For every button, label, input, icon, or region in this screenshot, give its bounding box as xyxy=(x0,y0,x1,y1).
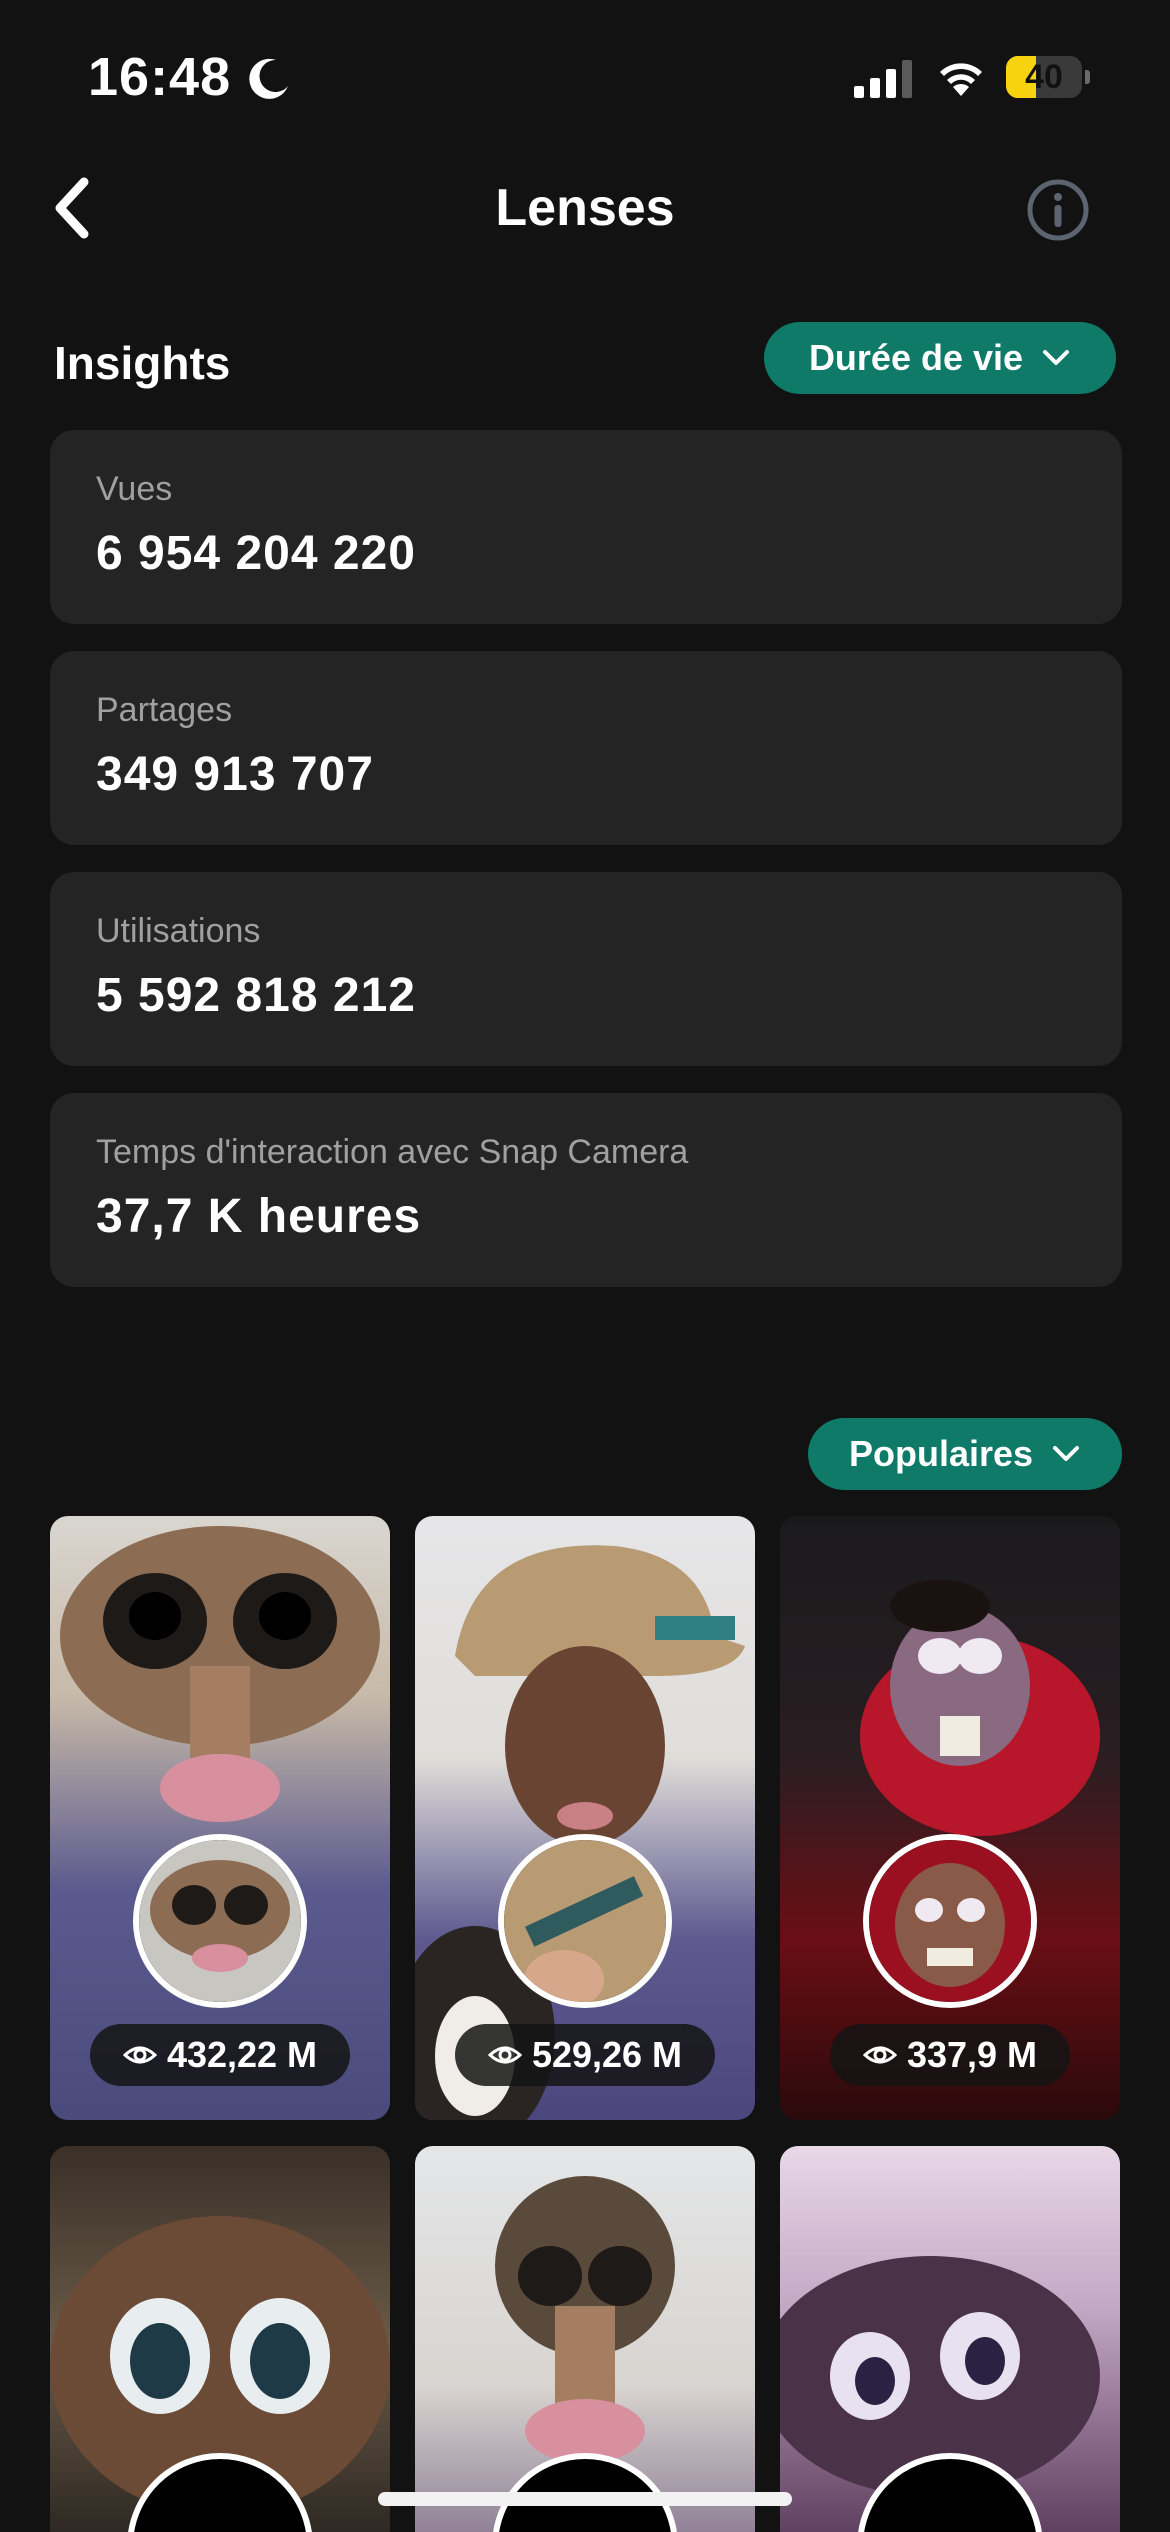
lens-preview-image xyxy=(780,2256,1100,2532)
eye-icon xyxy=(487,2046,522,2064)
sort-filter-label: Populaires xyxy=(848,1433,1034,1474)
lens-preview-image xyxy=(50,2216,390,2532)
stat-card-interaction-time: Temps d'interaction avec Snap Camera 37,… xyxy=(50,1093,1122,1287)
eye-icon xyxy=(862,2046,897,2064)
status-time: 16:48 xyxy=(88,47,232,107)
stat-value: 349 913 707 xyxy=(96,748,374,801)
lens-card[interactable]: 529,26 M xyxy=(415,1516,755,2120)
eye-icon xyxy=(122,2046,157,2064)
lens-views-count: 337,9 M xyxy=(906,2034,1038,2075)
lens-card[interactable]: 432,22 M xyxy=(50,1516,390,2120)
lens-avatar xyxy=(498,1834,672,2008)
lens-preview-image xyxy=(493,2176,677,2532)
status-bar: 16:48 40 xyxy=(0,0,1170,150)
battery-level: 40 xyxy=(1025,58,1063,96)
battery-icon: 40 xyxy=(1006,56,1090,98)
lens-avatar xyxy=(863,1834,1037,2008)
signal-icon xyxy=(854,60,912,98)
page-title: Lenses xyxy=(495,179,675,237)
info-button[interactable] xyxy=(1026,178,1090,242)
period-filter-dropdown[interactable]: Durée de vie xyxy=(764,322,1116,394)
lens-views-count: 432,22 M xyxy=(166,2034,318,2075)
lens-card[interactable] xyxy=(415,2146,755,2532)
wifi-icon xyxy=(940,63,982,96)
stat-label: Temps d'interaction avec Snap Camera xyxy=(96,1133,689,1171)
chevron-down-icon xyxy=(1043,350,1070,365)
home-indicator[interactable] xyxy=(378,2492,792,2506)
stat-card-views: Vues 6 954 204 220 xyxy=(50,430,1122,624)
stat-label: Vues xyxy=(96,470,173,508)
lens-card[interactable] xyxy=(50,2146,390,2532)
chevron-down-icon xyxy=(1053,1446,1080,1461)
insights-title: Insights xyxy=(54,337,231,389)
period-filter-label: Durée de vie xyxy=(808,337,1024,378)
lens-views-badge: 529,26 M xyxy=(455,2024,715,2086)
stat-label: Partages xyxy=(96,691,233,729)
stat-value: 5 592 818 212 xyxy=(96,969,416,1022)
stat-card-uses: Utilisations 5 592 818 212 xyxy=(50,872,1122,1066)
moon-icon xyxy=(249,58,288,99)
lens-views-badge: 337,9 M xyxy=(830,2024,1070,2086)
stat-value: 6 954 204 220 xyxy=(96,527,416,580)
stat-card-shares: Partages 349 913 707 xyxy=(50,651,1122,845)
lens-avatar xyxy=(133,1834,307,2008)
sort-filter-dropdown[interactable]: Populaires xyxy=(808,1418,1122,1490)
stat-label: Utilisations xyxy=(96,912,261,950)
lens-views-badge: 432,22 M xyxy=(90,2024,350,2086)
lens-card[interactable]: 337,9 M xyxy=(780,1516,1120,2120)
stat-value: 37,7 K heures xyxy=(96,1190,422,1243)
lens-card[interactable] xyxy=(780,2146,1120,2532)
lens-views-count: 529,26 M xyxy=(531,2034,683,2075)
